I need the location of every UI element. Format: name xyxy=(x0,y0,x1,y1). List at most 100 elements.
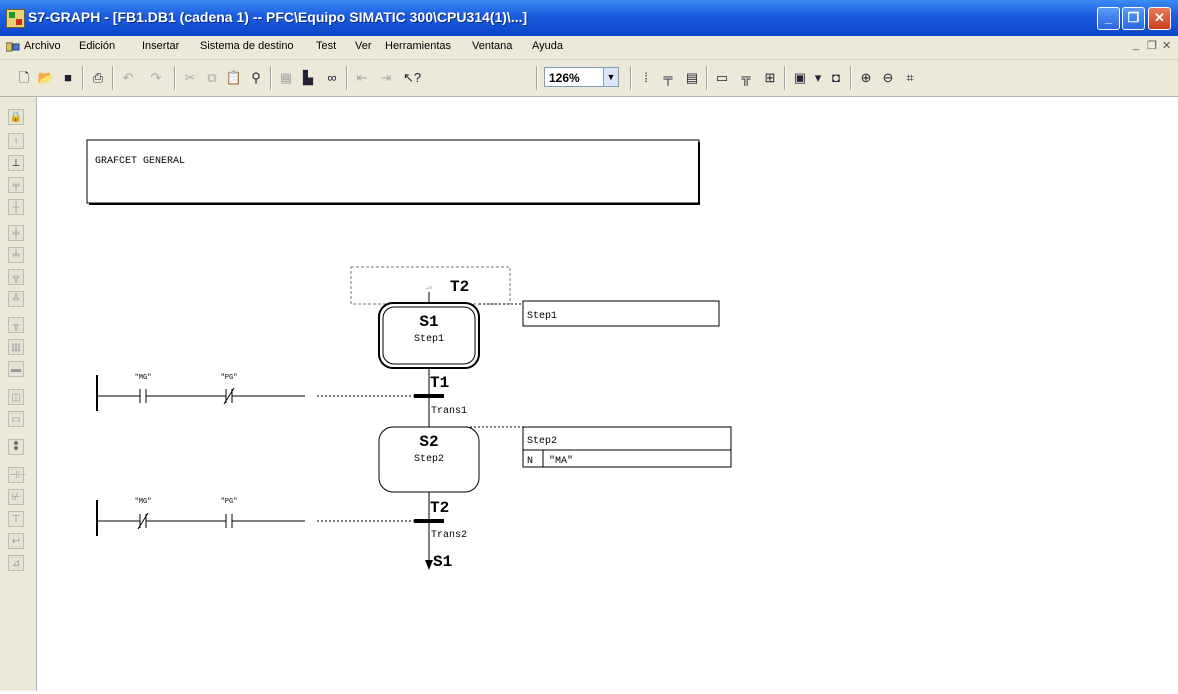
maximize-button[interactable]: ❐ xyxy=(1122,7,1145,30)
document-icon[interactable] xyxy=(6,41,20,53)
minimize-button[interactable]: _ xyxy=(1097,7,1120,30)
step-s1-comment: Step1 xyxy=(527,311,557,322)
jump-down-arrow-icon xyxy=(425,560,433,570)
comment-view-icon[interactable]: ▭ xyxy=(712,68,732,88)
contact-nc-icon[interactable]: ◫ xyxy=(8,389,24,405)
chain-end-icon[interactable]: ▥ xyxy=(8,339,24,355)
toolbar-separator xyxy=(784,66,786,90)
jump-icon[interactable]: ┼ xyxy=(8,199,24,215)
step-s1[interactable]: S1 Step1 xyxy=(378,302,480,369)
transition-t2[interactable]: T2 Trans2 xyxy=(414,499,467,541)
step-icon[interactable]: ⊥ xyxy=(8,155,24,171)
mdi-minimize-button[interactable]: _ xyxy=(1133,39,1139,51)
step-s1-comment-box[interactable]: Step1 xyxy=(522,300,720,327)
menu-sistema-de-destino[interactable]: Sistema de destino xyxy=(200,40,294,52)
open-icon[interactable]: 📂 xyxy=(36,68,56,88)
s7-graph-app-icon[interactable] xyxy=(6,9,25,28)
lock-icon[interactable]: 🔒 xyxy=(8,109,24,125)
top-jump-label: T2 xyxy=(450,278,469,296)
transition-t2-id: T2 xyxy=(430,499,449,517)
step-back-icon[interactable]: ⇤ xyxy=(352,68,372,88)
grid-icon[interactable]: ⊬ xyxy=(8,489,24,505)
menu-edicion[interactable]: Edición xyxy=(79,40,115,52)
download-icon[interactable]: ▙ xyxy=(298,68,318,88)
action-qualifier: N xyxy=(527,456,533,467)
contact-no-icon[interactable]: ▬ xyxy=(8,361,24,377)
redo-icon[interactable]: ↷ xyxy=(146,68,166,88)
t1-contact-1-symbol: "MG" xyxy=(135,374,152,382)
left-toolbar: 🔒 ↑ ⊥ ╤ ┼ ╪ ╧ ╦ ╩ ╥ ▥ ▬ ◫ ▭ ⁑ ⊣⊢ ⊬ ⊤ ↩ ⊿ xyxy=(0,97,37,691)
paste-icon[interactable]: 📋 xyxy=(224,68,244,88)
toolbar-separator xyxy=(346,66,348,90)
transition-t2-name: Trans2 xyxy=(431,530,467,541)
window-dropdown-icon[interactable]: ▾ xyxy=(808,68,828,88)
transition-t1-network[interactable]: "MG" "PG" xyxy=(96,374,414,411)
action-operand: "MA" xyxy=(549,455,573,467)
contact-icon[interactable]: ↩ xyxy=(8,533,24,549)
zoom-select[interactable]: 126% xyxy=(544,67,604,87)
box-icon[interactable]: ▭ xyxy=(8,411,24,427)
monitor-icon[interactable]: ▦ xyxy=(276,68,296,88)
cut-icon[interactable]: ✂ xyxy=(180,68,200,88)
jump-target-icon[interactable]: ╥ xyxy=(8,317,24,333)
sequencer-icon[interactable]: ⁞ xyxy=(636,68,656,88)
step-s1-name: Step1 xyxy=(414,334,444,345)
step-transition-icon[interactable]: ↑ xyxy=(8,133,24,149)
zoom-in-icon[interactable]: ⊕ xyxy=(856,68,876,88)
transition-t2-network[interactable]: "MG" "PG" xyxy=(96,498,414,536)
find-icon[interactable]: ⚲ xyxy=(246,68,266,88)
menu-ayuda[interactable]: Ayuda xyxy=(532,40,563,52)
step-s2[interactable]: S2 Step2 xyxy=(378,426,480,493)
overview-icon[interactable]: ⊞ xyxy=(760,68,780,88)
t2-contact-2-symbol: "PG" xyxy=(221,498,238,506)
copy-icon[interactable]: ⧉ xyxy=(202,68,222,88)
sim-branch-icon[interactable]: ╦ xyxy=(8,269,24,285)
sim-branch-close-icon[interactable]: ╩ xyxy=(8,291,24,307)
comparator-icon[interactable]: ⊣⊢ xyxy=(8,467,26,483)
graph-canvas[interactable]: GRAFCET GENERAL ← T2 S1 Step1 Step1 T1 T… xyxy=(37,97,1178,691)
transition-t1-id: T1 xyxy=(430,374,449,392)
zoom-out-icon[interactable]: ⊖ xyxy=(878,68,898,88)
symbol-view-icon[interactable]: ╦ xyxy=(736,68,756,88)
save-icon[interactable]: ■ xyxy=(58,68,78,88)
step-forward-icon[interactable]: ⇥ xyxy=(376,68,396,88)
zoom-step-icon[interactable]: ⊤ xyxy=(8,511,24,527)
help-pointer-icon[interactable]: ↖? xyxy=(402,68,422,88)
menu-ver[interactable]: Ver xyxy=(355,40,372,52)
close-button[interactable]: ✕ xyxy=(1148,7,1171,30)
menu-test[interactable]: Test xyxy=(316,40,336,52)
transition-view-icon[interactable]: ╤ xyxy=(658,68,678,88)
menu-herramientas[interactable]: Herramientas xyxy=(385,40,451,52)
step-s2-name: Step2 xyxy=(414,454,444,465)
new-icon[interactable]: 🗋 xyxy=(14,68,34,88)
alt-branch-close-icon[interactable]: ╧ xyxy=(8,247,24,263)
ladder-icon[interactable]: ◘ xyxy=(826,68,846,88)
transition-t1[interactable]: T1 Trans1 xyxy=(414,374,467,417)
negated-contact-icon[interactable]: ⊿ xyxy=(8,555,24,571)
coil-icon[interactable]: ⁑ xyxy=(8,439,24,455)
menu-archivo[interactable]: Archivo xyxy=(24,40,61,52)
mdi-restore-button[interactable]: ❐ xyxy=(1147,39,1157,52)
mdi-close-button[interactable]: ✕ xyxy=(1162,39,1171,52)
top-jump[interactable]: ← T2 xyxy=(350,266,511,305)
step-s2-id: S2 xyxy=(419,433,438,451)
undo-icon[interactable]: ↶ xyxy=(118,68,138,88)
print-icon[interactable]: ⎙ xyxy=(88,68,108,88)
menu-ventana[interactable]: Ventana xyxy=(472,40,512,52)
menu-bar: Archivo Edición Insertar Sistema de dest… xyxy=(0,36,1178,60)
branch-icon[interactable]: ╤ xyxy=(8,177,24,193)
step-view-icon[interactable]: ▤ xyxy=(682,68,702,88)
sequencer-diagram: GRAFCET GENERAL ← T2 S1 Step1 Step1 T1 T… xyxy=(86,139,732,571)
step-s2-action-block[interactable]: Step2 N "MA" xyxy=(522,426,732,468)
header-comment-text: GRAFCET GENERAL xyxy=(95,156,185,167)
window-icon[interactable]: ▣ xyxy=(790,68,810,88)
alt-branch-icon[interactable]: ╪ xyxy=(8,225,24,241)
window-title: S7-GRAPH - [FB1.DB1 (cadena 1) -- PFC\Eq… xyxy=(28,9,528,25)
toolbar-separator xyxy=(270,66,272,90)
menu-insertar[interactable]: Insertar xyxy=(142,40,179,52)
header-comment-box[interactable]: GRAFCET GENERAL xyxy=(86,139,700,205)
glasses-icon[interactable]: ∞ xyxy=(322,68,342,88)
toolbar-separator xyxy=(850,66,852,90)
fit-icon[interactable]: ⌗ xyxy=(900,68,920,88)
chevron-down-icon[interactable]: ▼ xyxy=(603,67,619,87)
